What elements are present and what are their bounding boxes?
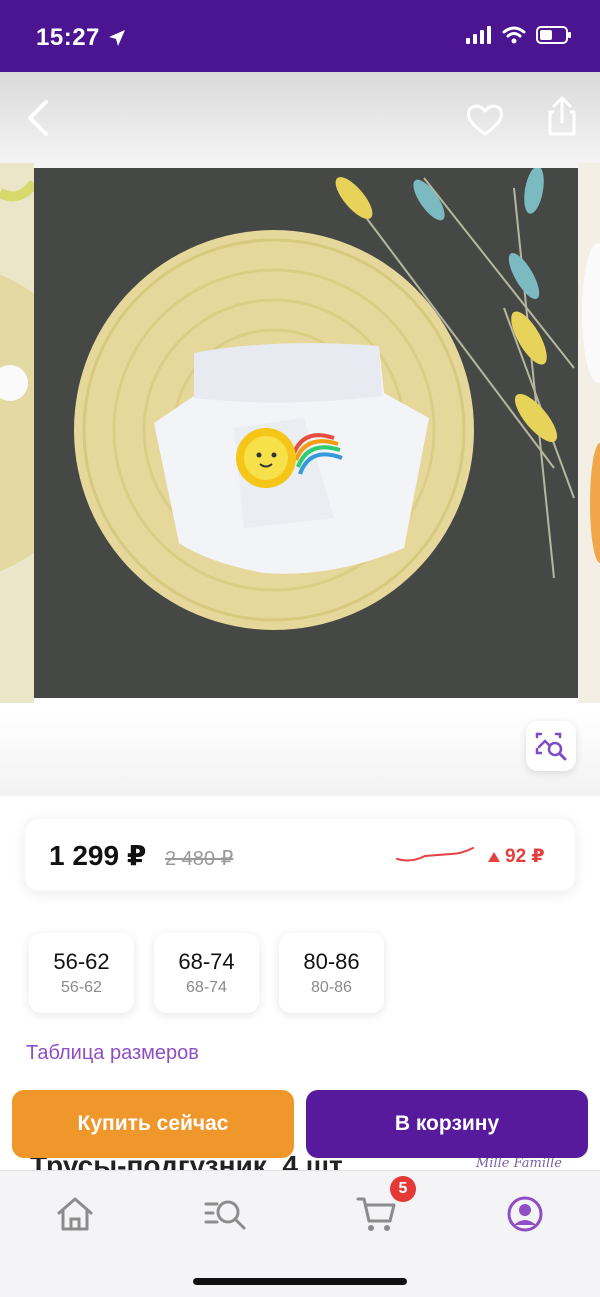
tab-profile[interactable] — [500, 1189, 550, 1239]
status-time-text: 15:27 — [36, 24, 100, 51]
share-icon — [548, 96, 576, 136]
old-price: 2 480 ₽ — [165, 848, 234, 870]
status-time: 15:27 — [36, 24, 126, 52]
buy-now-button[interactable]: Купить сейчас — [12, 1090, 294, 1158]
price-history-sparkline[interactable] — [395, 845, 475, 865]
size-label: 56-62 — [53, 949, 110, 974]
size-sublabel: 80-86 — [311, 979, 352, 996]
catalog-search-icon — [204, 1200, 246, 1230]
profile-icon — [507, 1196, 543, 1232]
size-label: 80-86 — [303, 949, 360, 974]
location-arrow-icon — [108, 30, 125, 46]
wifi-icon — [502, 26, 526, 44]
next-product-image[interactable] — [578, 163, 600, 703]
home-indicator[interactable] — [193, 1278, 407, 1285]
image-search-icon — [535, 732, 567, 761]
size-option[interactable]: 56-62 56-62 — [29, 933, 134, 1013]
size-option[interactable]: 68-74 68-74 — [154, 933, 259, 1013]
previous-image-art — [0, 163, 34, 703]
product-image[interactable] — [34, 168, 578, 698]
price-change-value: 92 ₽ — [505, 846, 545, 867]
size-label: 68-74 — [178, 949, 235, 974]
brand-logo[interactable]: Mille Famille — [476, 1156, 562, 1171]
arrow-up-icon — [488, 851, 500, 862]
price-change: 92 ₽ — [487, 845, 545, 868]
cart-icon — [356, 1197, 396, 1231]
heart-icon — [467, 104, 503, 136]
back-icon — [28, 100, 48, 136]
share-button[interactable] — [540, 94, 584, 138]
signal-icon — [466, 26, 491, 44]
cart-badge: 5 — [390, 1176, 416, 1202]
size-option[interactable]: 80-86 80-86 — [279, 933, 384, 1013]
tab-home[interactable] — [50, 1189, 100, 1239]
home-icon — [57, 1197, 93, 1231]
current-price: 1 299 ₽ — [49, 840, 147, 871]
favorite-button[interactable] — [463, 98, 507, 142]
size-selector: 56-62 56-62 68-74 68-74 80-86 80-86 — [29, 933, 384, 1013]
tab-catalog[interactable] — [200, 1189, 250, 1239]
back-button[interactable] — [20, 96, 56, 140]
add-to-cart-button[interactable]: В корзину — [306, 1090, 588, 1158]
battery-icon — [536, 26, 571, 44]
size-sublabel: 56-62 — [61, 979, 102, 996]
size-table-link[interactable]: Таблица размеров — [26, 1042, 199, 1065]
next-image-art — [578, 163, 600, 703]
size-sublabel: 68-74 — [186, 979, 227, 996]
price-card: 1 299 ₽ 2 480 ₽ 92 ₽ — [25, 819, 575, 891]
previous-product-image[interactable] — [0, 163, 34, 703]
product-photo — [34, 168, 578, 698]
image-search-button[interactable] — [526, 721, 576, 771]
status-bar: 15:27 — [0, 0, 600, 72]
status-icons — [466, 26, 572, 44]
